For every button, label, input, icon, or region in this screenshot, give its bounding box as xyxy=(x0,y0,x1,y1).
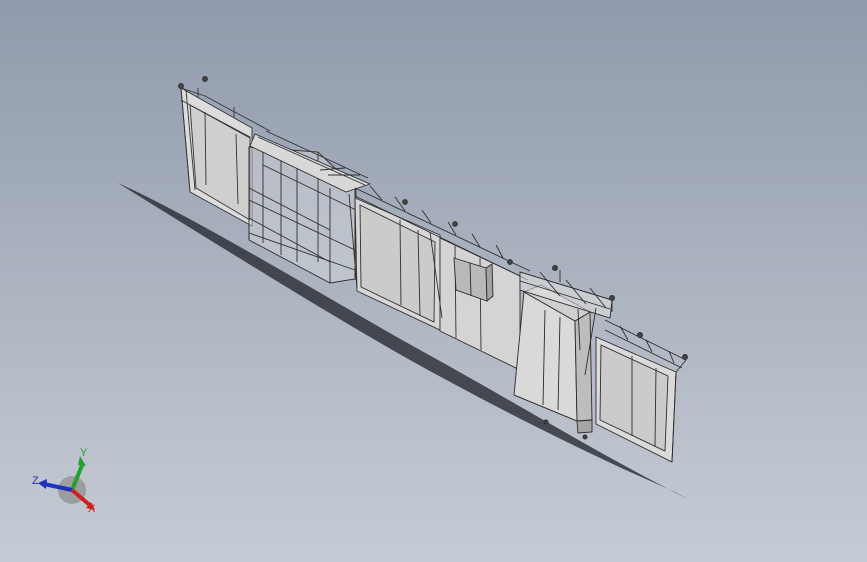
triad-graphic xyxy=(38,456,95,510)
z-axis-head xyxy=(38,479,47,489)
view-orientation-triad[interactable]: Y X Z xyxy=(28,446,108,526)
y-axis-label: Y xyxy=(80,447,88,459)
z-axis-label: Z xyxy=(32,475,39,487)
left-cage-frame xyxy=(248,130,372,284)
x-axis-label: X xyxy=(88,503,96,515)
right-panel-frame xyxy=(595,319,688,463)
model-assembly[interactable] xyxy=(0,0,867,562)
graphics-viewport[interactable]: Y X Z xyxy=(0,0,867,562)
middle-span-frame xyxy=(348,185,531,371)
